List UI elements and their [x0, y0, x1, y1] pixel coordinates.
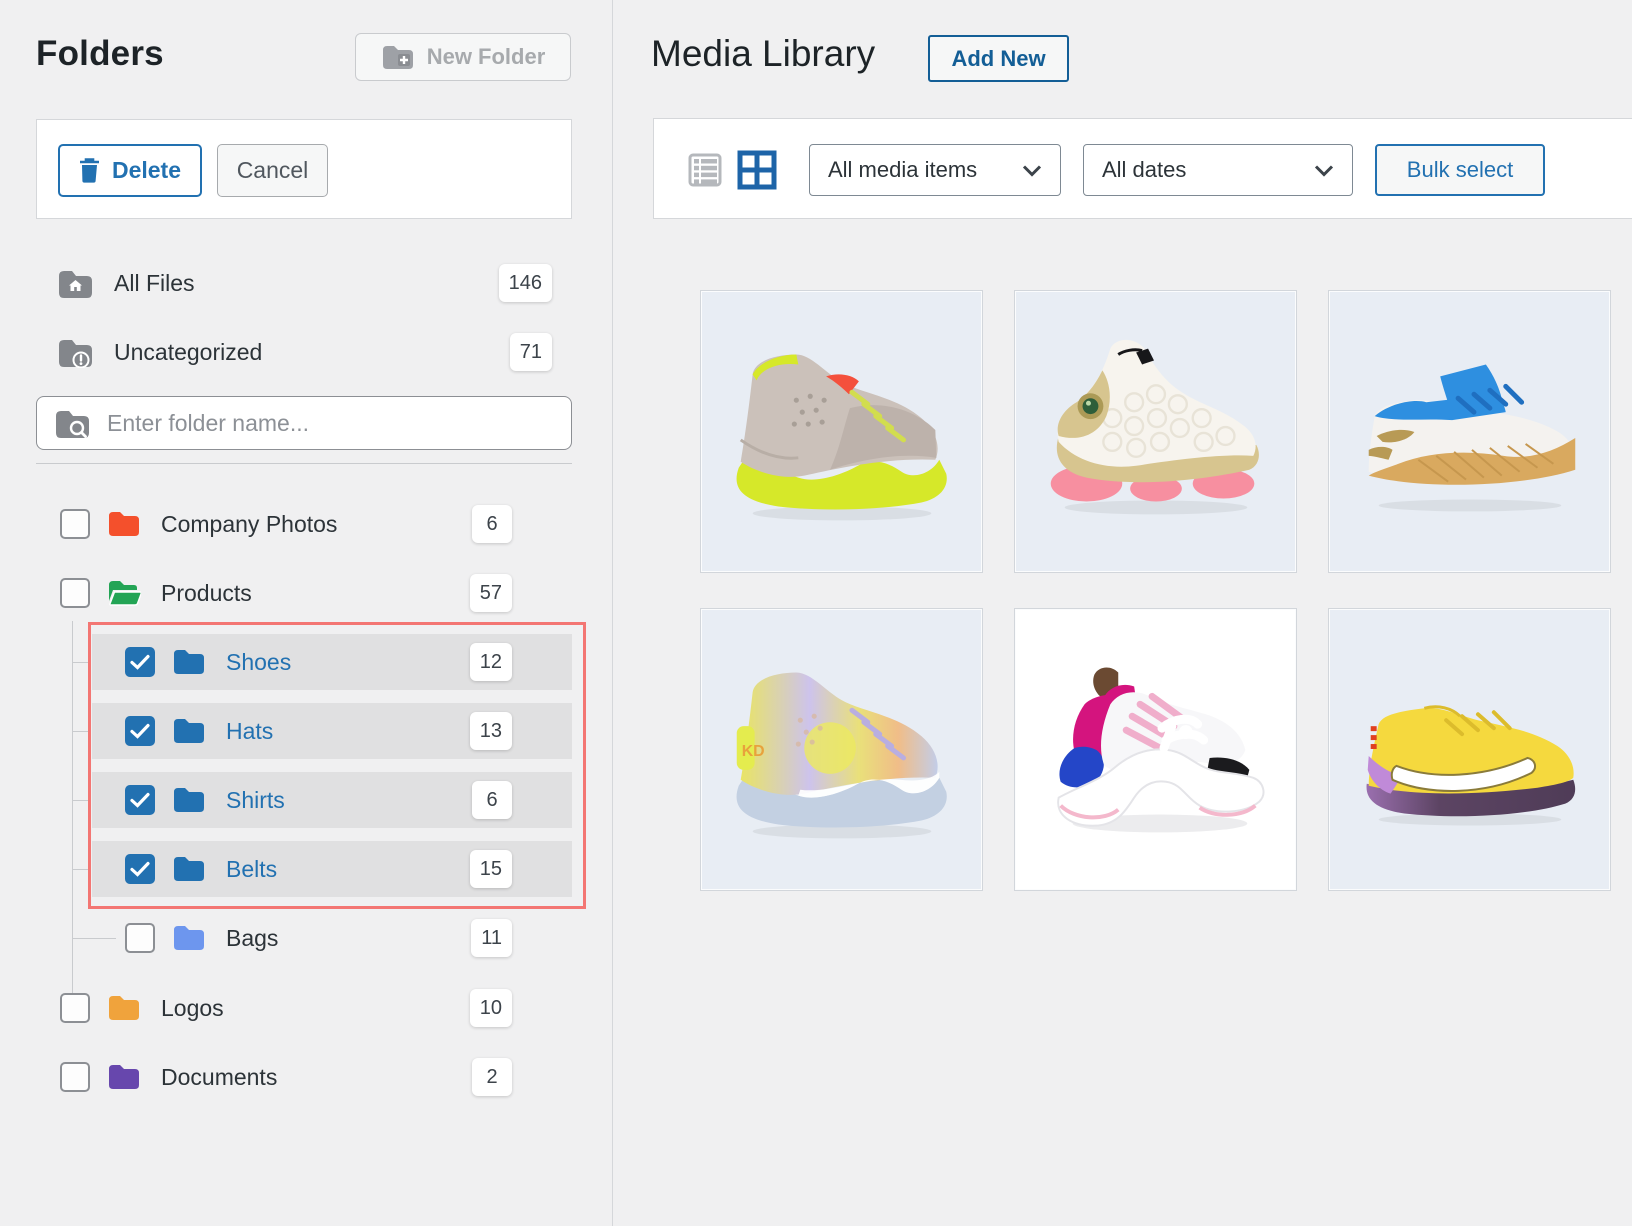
folder-icon — [172, 717, 206, 745]
sneaker-pastel-image: KD — [701, 609, 982, 890]
folder-checkbox[interactable] — [60, 578, 90, 608]
media-type-filter[interactable]: All media items — [809, 144, 1061, 196]
folders-panel-title: Folders — [36, 34, 164, 74]
count-badge: 2 — [472, 1058, 512, 1096]
folder-alert-icon — [57, 337, 94, 368]
folder-icon — [107, 1063, 141, 1091]
folder-search-icon — [54, 408, 91, 439]
sidebar-item-all-files[interactable]: All Files 146 — [36, 261, 572, 305]
media-item-4[interactable]: KD — [700, 608, 983, 891]
media-item-2[interactable] — [1014, 290, 1297, 573]
grid-view-icon — [737, 150, 777, 190]
sneaker-white-tan-pink-image — [1015, 291, 1296, 572]
tree-connector — [72, 869, 89, 870]
folder-icon — [107, 994, 141, 1022]
media-library-page: Folders New Folder Delete Cancel All Fil… — [0, 0, 1632, 1226]
grid-view-button[interactable] — [737, 150, 777, 190]
tree-connector — [72, 731, 89, 732]
count-badge: 10 — [470, 989, 512, 1027]
svg-text:KD: KD — [742, 743, 765, 760]
sidebar-divider — [36, 463, 572, 464]
folder-checkbox-checked[interactable] — [125, 785, 155, 815]
list-view-icon — [686, 151, 724, 189]
folder-search-input[interactable] — [107, 410, 527, 437]
list-view-button[interactable] — [685, 150, 725, 190]
trash-icon — [79, 158, 100, 183]
folder-row-logos[interactable]: Logos 10 — [60, 980, 572, 1036]
folder-row-hats[interactable]: Hats 13 — [125, 703, 572, 759]
folder-home-icon — [57, 268, 94, 299]
folder-checkbox[interactable] — [125, 923, 155, 953]
folder-checkbox-checked[interactable] — [125, 647, 155, 677]
media-item-1[interactable] — [700, 290, 983, 573]
media-toolbar: All media items All dates Bulk select — [653, 118, 1632, 219]
folder-checkbox-checked[interactable] — [125, 854, 155, 884]
folder-row-bags[interactable]: Bags 11 — [125, 910, 572, 966]
date-filter[interactable]: All dates — [1083, 144, 1353, 196]
tree-connector — [72, 662, 89, 663]
folder-checkbox[interactable] — [60, 509, 90, 539]
count-badge: 146 — [499, 264, 552, 302]
folder-row-documents[interactable]: Documents 2 — [60, 1049, 572, 1105]
folder-row-belts[interactable]: Belts 15 — [125, 841, 572, 897]
folder-row-products[interactable]: Products 57 — [60, 565, 572, 621]
media-item-3[interactable] — [1328, 290, 1611, 573]
cancel-button[interactable]: Cancel — [217, 144, 328, 197]
page-title: Media Library — [651, 33, 875, 75]
count-badge: 15 — [470, 850, 512, 888]
folder-row-company-photos[interactable]: Company Photos 6 — [60, 496, 572, 552]
folder-open-icon — [107, 579, 141, 607]
count-badge: 57 — [470, 574, 512, 612]
sneaker-white-blue-gum-image — [1329, 291, 1610, 572]
new-folder-button[interactable]: New Folder — [355, 33, 571, 81]
count-badge: 71 — [510, 333, 552, 371]
panel-divider — [612, 0, 613, 1226]
sidebar-item-uncategorized[interactable]: Uncategorized 71 — [36, 330, 572, 374]
folder-icon — [107, 510, 141, 538]
sneaker-gray-volt-image — [701, 291, 982, 572]
count-badge: 6 — [472, 781, 512, 819]
chevron-down-icon — [1022, 164, 1042, 177]
folder-checkbox[interactable] — [60, 993, 90, 1023]
bulk-select-button[interactable]: Bulk select — [1375, 144, 1545, 196]
new-folder-icon — [381, 43, 415, 71]
delete-button[interactable]: Delete — [58, 144, 202, 197]
folder-icon — [172, 924, 206, 952]
media-item-6[interactable] — [1328, 608, 1611, 891]
folder-checkbox-checked[interactable] — [125, 716, 155, 746]
count-badge: 11 — [471, 919, 512, 957]
folder-bulk-actions-panel: Delete Cancel — [36, 119, 572, 219]
count-badge: 6 — [472, 505, 512, 543]
media-item-5[interactable] — [1014, 608, 1297, 891]
chevron-down-icon — [1314, 164, 1334, 177]
folder-icon — [172, 786, 206, 814]
folder-checkbox[interactable] — [60, 1062, 90, 1092]
sneaker-chunky-white-image — [1015, 609, 1296, 890]
folder-icon — [172, 648, 206, 676]
add-new-button[interactable]: Add New — [928, 35, 1069, 82]
count-badge: 13 — [470, 712, 512, 750]
folder-row-shoes[interactable]: Shoes 12 — [125, 634, 572, 690]
folder-search-box — [36, 396, 572, 450]
tree-connector — [72, 938, 116, 939]
tree-connector — [72, 800, 89, 801]
count-badge: 12 — [470, 643, 512, 681]
sneaker-yellow-purple-image — [1329, 609, 1610, 890]
folder-icon — [172, 855, 206, 883]
folder-row-shirts[interactable]: Shirts 6 — [125, 772, 572, 828]
